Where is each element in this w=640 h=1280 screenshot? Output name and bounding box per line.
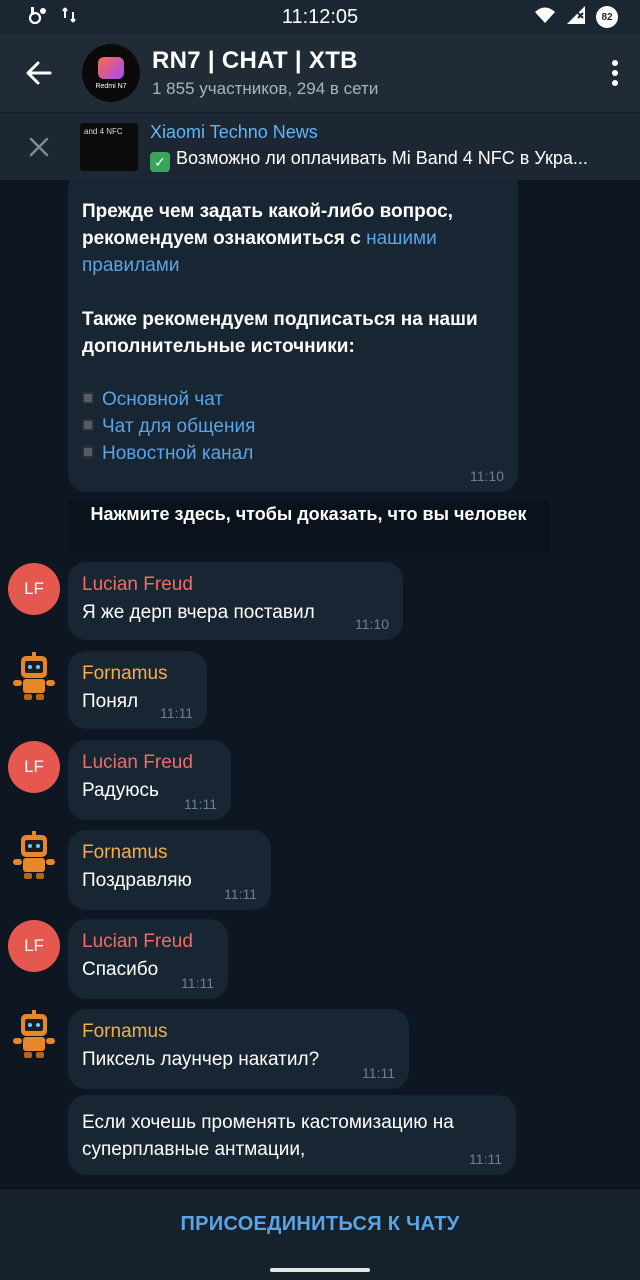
sender-name[interactable]: Fornamus [82, 1021, 395, 1043]
arrow-left-icon [26, 61, 52, 85]
message-text: Я же дерп вчера поставил [82, 602, 315, 623]
chat-subtitle: 1 855 участников, 294 в сети [152, 79, 379, 98]
message-bubble[interactable]: Если хочешь променять кастомизацию на су… [68, 1095, 516, 1175]
robot-avatar-icon [13, 1010, 55, 1058]
close-pinned-button[interactable] [0, 113, 78, 181]
list-item[interactable]: Основной чат [82, 386, 504, 413]
chat-header: Redmi N7 RN7 | CHAT | XTB 1 855 участник… [0, 34, 640, 112]
join-chat-button[interactable]: ПРИСОЕДИНИТЬСЯ К ЧАТУ [0, 1188, 640, 1260]
status-bar: 11:12:05 82 [0, 0, 640, 34]
message-text: Пиксель лаунчер накатил? [82, 1049, 320, 1070]
avatar[interactable]: LF [8, 920, 60, 972]
wifi-icon [534, 6, 556, 29]
sender-name[interactable]: Lucian Freud [82, 752, 217, 774]
close-icon [29, 137, 49, 156]
battery-icon: 82 [596, 6, 618, 28]
navigation-bar [0, 1260, 640, 1280]
black-square-icon [82, 419, 94, 431]
message-time: 11:11 [224, 886, 257, 902]
message-bubble[interactable]: Fornamus Поздравляю 11:11 [68, 830, 271, 910]
sender-name[interactable]: Fornamus [82, 663, 193, 685]
rules-paragraph-1: Прежде чем задать какой-либо вопрос, рек… [82, 198, 504, 279]
message-bubble[interactable]: Lucian Freud Спасибо 11:11 [68, 919, 228, 999]
message-time: 11:11 [362, 1065, 395, 1081]
message-time: 11:10 [470, 468, 504, 484]
source-link-chat[interactable]: Чат для общения [102, 416, 255, 437]
sources-list: Основной чат Чат для общения Новостной к… [82, 386, 504, 467]
avatar[interactable] [8, 829, 60, 881]
avatar-initials: LF [24, 936, 44, 955]
chat-info[interactable]: RN7 | CHAT | XTB 1 855 участников, 294 в… [152, 47, 590, 99]
more-options-button[interactable] [590, 34, 640, 112]
black-square-icon [82, 392, 94, 404]
captcha-button[interactable]: Нажмите здесь, чтобы доказать, что вы че… [68, 500, 549, 552]
back-button[interactable] [0, 34, 78, 112]
rules-paragraph-2: Также рекомендуем подписаться на наши до… [82, 309, 478, 357]
pinned-message-bar[interactable]: and 4 NFC Xiaomi Techno News ✓ Возможно л… [0, 112, 640, 180]
pinned-thumbnail: and 4 NFC [80, 122, 138, 171]
avatar[interactable]: LF [8, 741, 60, 793]
avatar[interactable] [8, 650, 60, 702]
chat-history[interactable]: Прежде чем задать какой-либо вопрос, рек… [0, 180, 640, 1188]
black-square-icon [82, 446, 94, 458]
source-link-main-chat[interactable]: Основной чат [102, 389, 223, 410]
avatar-initials: LF [24, 579, 44, 598]
robot-avatar-icon [13, 831, 55, 879]
avatar[interactable] [8, 1008, 60, 1060]
message-time: 11:11 [160, 705, 193, 721]
robot-avatar-icon [13, 652, 55, 700]
message-time: 11:10 [355, 616, 389, 632]
avatar[interactable]: LF [8, 563, 60, 615]
chat-title: RN7 | CHAT | XTB [152, 47, 358, 74]
message-bubble[interactable]: Fornamus Пиксель лаунчер накатил? 11:11 [68, 1009, 409, 1089]
pinned-title: Xiaomi Techno News [150, 121, 318, 142]
notification-icon [28, 5, 48, 30]
sender-name[interactable]: Fornamus [82, 842, 257, 864]
pinned-thumb-text: and 4 NFC [84, 126, 123, 136]
list-item[interactable]: Чат для общения [82, 413, 504, 440]
pinned-message-text: Возможно ли оплачивать Mi Band 4 NFC в У… [176, 147, 588, 168]
rules-message-bubble: Прежде чем задать какой-либо вопрос, рек… [68, 180, 518, 492]
message-bubble[interactable]: Lucian Freud Радуюсь 11:11 [68, 740, 231, 820]
message-bubble[interactable]: Fornamus Понял 11:11 [68, 651, 207, 729]
signal-icon [566, 5, 586, 30]
kebab-menu-icon [612, 60, 618, 86]
redmi-logo-icon [98, 56, 124, 79]
data-activity-icon [62, 6, 76, 29]
message-bubble[interactable]: Lucian Freud Я же дерп вчера поставил 11… [68, 562, 403, 640]
message-time: 11:11 [181, 975, 214, 991]
message-text: Если хочешь променять кастомизацию на су… [82, 1112, 454, 1160]
avatar-caption: Redmi N7 [95, 82, 127, 90]
message-time: 11:11 [184, 796, 217, 812]
source-link-news[interactable]: Новостной канал [102, 443, 253, 464]
check-mark-icon: ✓ [150, 151, 170, 172]
home-indicator[interactable] [270, 1268, 370, 1272]
chat-avatar[interactable]: Redmi N7 [82, 44, 140, 102]
list-item[interactable]: Новостной канал [82, 440, 504, 467]
message-time: 11:11 [469, 1151, 502, 1167]
sender-name[interactable]: Lucian Freud [82, 574, 389, 596]
avatar-initials: LF [24, 757, 44, 776]
sender-name[interactable]: Lucian Freud [82, 931, 214, 953]
join-chat-label: ПРИСОЕДИНИТЬСЯ К ЧАТУ [180, 1213, 460, 1235]
pinned-message-preview: ✓ Возможно ли оплачивать Mi Band 4 NFC в … [150, 148, 620, 172]
